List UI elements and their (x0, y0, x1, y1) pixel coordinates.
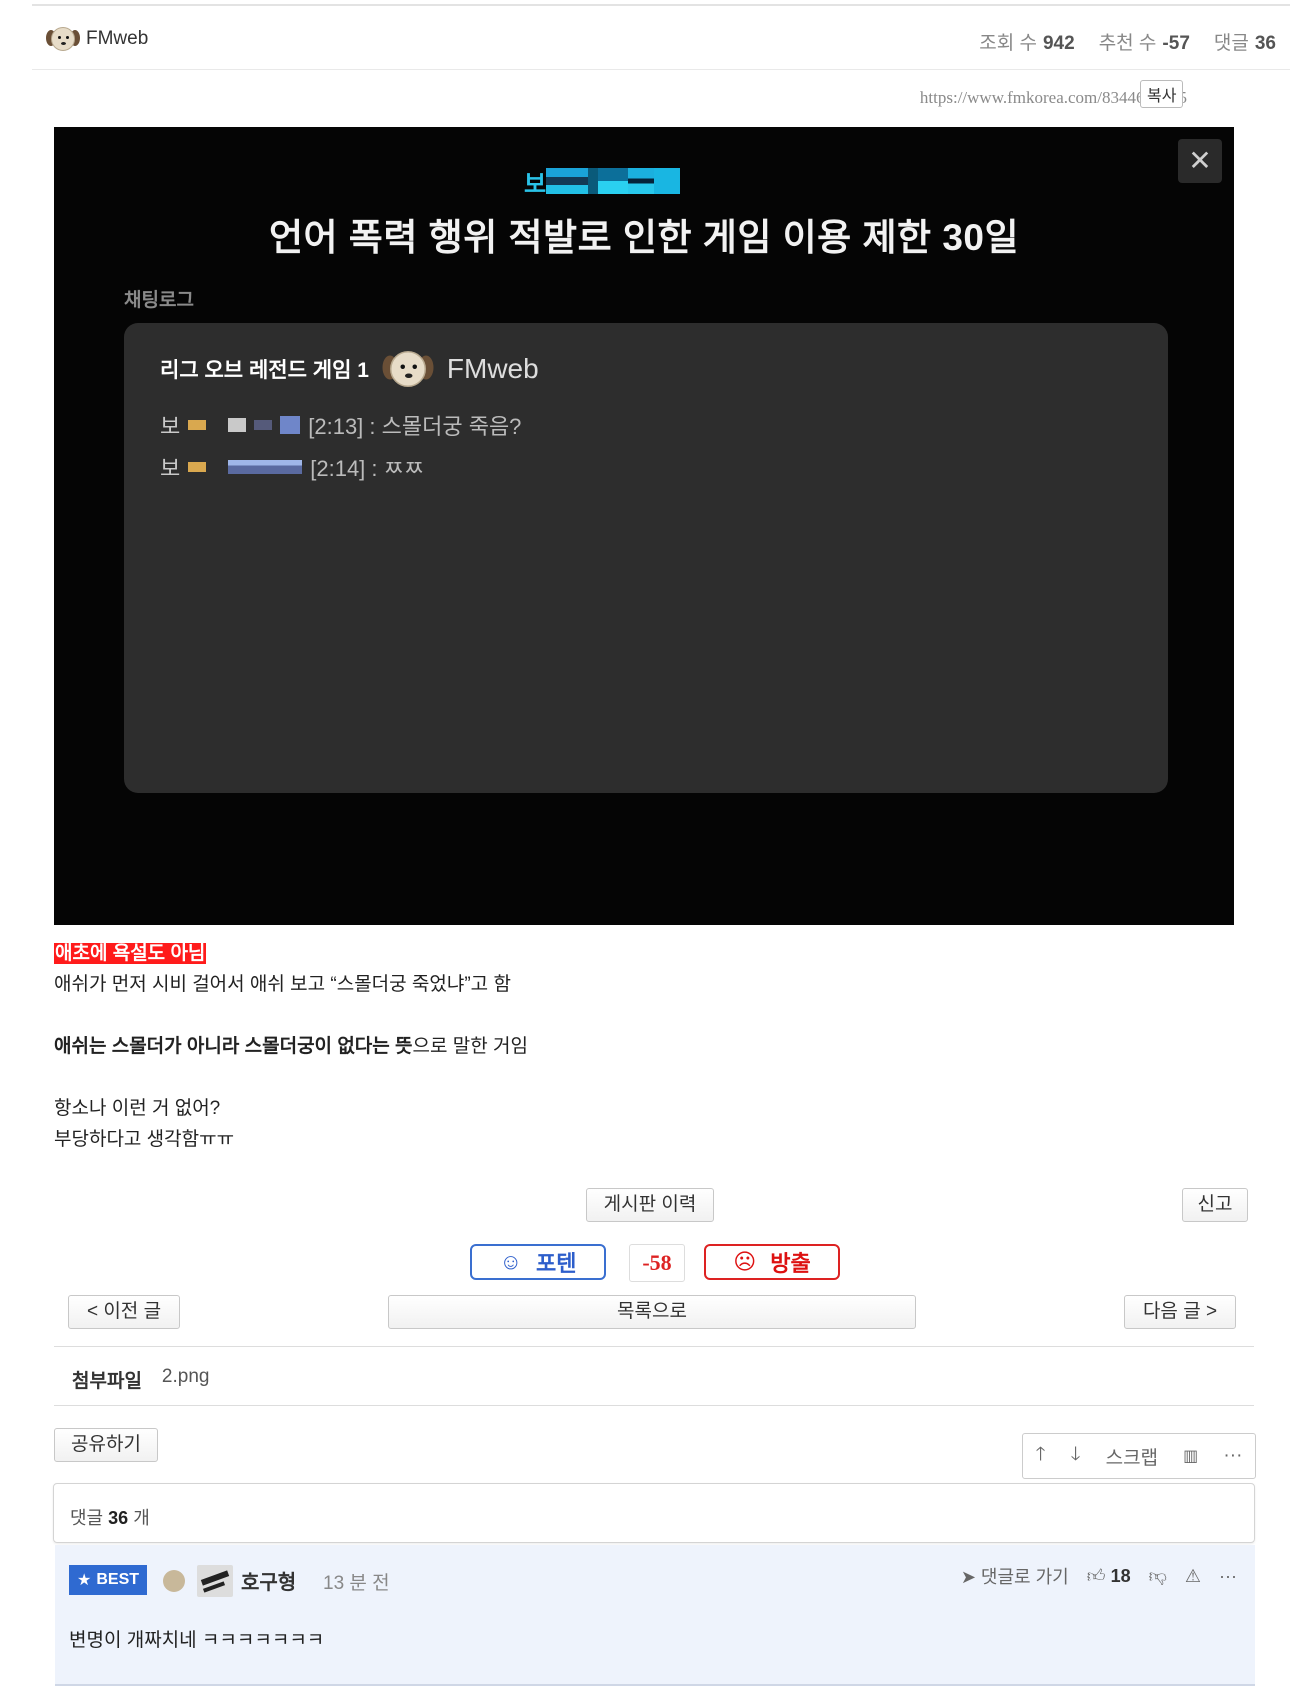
chat-line: 보 [2:14] : ㅉㅉ (160, 451, 424, 483)
more-icon[interactable]: ··· (1223, 1445, 1242, 1467)
like-count: 18 (1110, 1566, 1131, 1586)
vote-down-button[interactable]: ☹ 방출 (704, 1244, 840, 1280)
comment-text: 변명이 개짜치네 ㅋㅋㅋㅋㅋㅋㅋ (69, 1630, 325, 1651)
thumbs-up-icon: 👍︎ (1086, 1566, 1106, 1586)
best-comment: ★ BEST 호구형 13 분 전 ➤ 댓글로 가기 👍︎ 18 👎︎ ⚠ ··… (55, 1545, 1255, 1686)
dog-avatar-icon (46, 24, 80, 54)
watermark-user: FMweb (446, 353, 539, 384)
highlighted-text: 애초에 욕설도 아님 (54, 943, 207, 964)
best-badge: ★ BEST (69, 1565, 148, 1595)
share-button[interactable]: 공유하기 (54, 1428, 158, 1462)
views-stat: 조회 수 942 (979, 28, 1074, 55)
attachment-row: 첨부파일 2.png (72, 1366, 209, 1393)
chat-message: [2:13] : 스몰더궁 죽음? (308, 414, 522, 439)
level-icon (163, 1570, 185, 1592)
ban-headline: 언어 폭력 행위 적발로 인한 게임 이용 제한 30일 (268, 217, 1020, 258)
next-post-button[interactable]: 다음 글 > (1124, 1295, 1236, 1329)
post-line: 부당하다고 생각함ㅠㅠ (54, 1129, 235, 1150)
vote-down-label: 방출 (770, 1251, 811, 1276)
blurred-name (280, 416, 301, 434)
comment-count-bar: 댓글 36 개 (53, 1483, 1255, 1543)
comments-count: 36 (1254, 33, 1276, 54)
blurred-name (254, 420, 273, 430)
match-title: 리그 오브 레전드 게임 1 (160, 359, 369, 382)
chat-line: 보 [2:13] : 스몰더궁 죽음? (160, 409, 521, 441)
face-icon: ☺ (499, 1249, 522, 1274)
post-body: 애초에 욕설도 아님 애쉬가 먼저 시비 걸어서 애쉬 보고 “스몰더궁 죽었냐… (54, 938, 1234, 1155)
blurred-name (228, 418, 247, 432)
warning-icon[interactable]: ⚠ (1185, 1566, 1201, 1587)
chat-log-label: 채팅로그 (124, 290, 194, 311)
comment-time: 13 분 전 (323, 1573, 390, 1594)
vote-score: -58 (629, 1244, 685, 1282)
board-history-button[interactable]: 게시판 이력 (586, 1188, 714, 1222)
views-label: 조회 수 (979, 33, 1037, 54)
chat-sender-prefix: 보 (160, 456, 181, 481)
views-count: 942 (1042, 33, 1075, 54)
game-name-prefix: 보 (524, 170, 547, 198)
blurred-name (188, 462, 207, 472)
bold-text: 애쉬는 스몰더가 아니라 스몰더궁이 없다는 뜻 (54, 1036, 413, 1057)
vote-up-label: 포텐 (535, 1251, 577, 1276)
arrow-up-icon[interactable]: 🡑 (1036, 1440, 1046, 1472)
post-line: 항소나 이런 거 없어? (54, 1098, 221, 1119)
comment-count-label: 댓글 (70, 1508, 104, 1528)
star-icon: ★ (77, 1572, 92, 1589)
comment-count: 36 (108, 1508, 129, 1528)
post-toolbar: 🡑 🡓 스크랩 ▥ ··· (1022, 1433, 1256, 1479)
chat-log-title: 리그 오브 레전드 게임 1 FMweb (160, 351, 539, 387)
author[interactable]: FMweb (46, 24, 148, 54)
face-icon: ☹ (733, 1249, 757, 1274)
post-line: 애쉬는 스몰더가 아니라 스몰더궁이 없다는 뜻으로 말한 거임 (54, 1031, 1234, 1062)
goto-comment-label: 댓글로 가기 (980, 1567, 1069, 1587)
report-button[interactable]: 신고 (1182, 1188, 1248, 1222)
scrap-button[interactable]: 스크랩 (1106, 1443, 1158, 1470)
divider (54, 1346, 1254, 1347)
game-name-blurred: 보 (524, 167, 681, 198)
bar-chart-icon[interactable]: ▥ (1183, 1446, 1198, 1466)
nickname-image (197, 1565, 233, 1597)
dog-avatar-icon (382, 347, 434, 392)
goto-comment-link[interactable]: ➤ 댓글로 가기 (961, 1563, 1069, 1589)
copy-url-button[interactable]: 복사 (1140, 80, 1184, 108)
top-divider (32, 4, 1290, 6)
recommend-stat: 추천 수 -57 (1099, 28, 1190, 55)
thumbs-down-icon[interactable]: 👎︎ (1149, 1565, 1167, 1587)
like-button[interactable]: 👍︎ 18 (1087, 1565, 1131, 1587)
comment-count-suffix: 개 (133, 1508, 150, 1528)
recommend-count: -57 (1162, 33, 1190, 54)
blurred-name (228, 460, 303, 474)
chat-sender-prefix: 보 (160, 414, 181, 439)
recommend-label: 추천 수 (1098, 33, 1157, 54)
vote-up-button[interactable]: ☺ 포텐 (470, 1244, 606, 1280)
attached-image[interactable]: ✕ 보 언어 폭력 행위 적발로 인한 게임 이용 제한 30일 채팅로그 리그… (54, 127, 1234, 925)
post-stats: 조회 수 942 추천 수 -57 댓글 36 (979, 28, 1276, 55)
post-header: FMweb 조회 수 942 추천 수 -57 댓글 36 (32, 8, 1290, 70)
comments-label: 댓글 (1213, 33, 1249, 54)
divider (54, 1405, 1254, 1406)
blurred-name (188, 420, 207, 430)
attachment-label: 첨부파일 (72, 1371, 142, 1392)
attachment-file-link[interactable]: 2.png (162, 1366, 210, 1393)
close-icon: ✕ (1178, 139, 1222, 183)
comments-stat: 댓글 36 (1214, 28, 1276, 55)
prev-post-button[interactable]: < 이전 글 (68, 1295, 180, 1329)
post-line: 애쉬가 먼저 시비 걸어서 애쉬 보고 “스몰더궁 죽었냐”고 함 (54, 974, 511, 995)
comment-author[interactable]: 호구형 (241, 1566, 296, 1595)
back-to-list-button[interactable]: 목록으로 (388, 1295, 916, 1329)
comment-actions: ➤ 댓글로 가기 👍︎ 18 👎︎ ⚠ ··· (961, 1563, 1237, 1589)
best-badge-label: BEST (96, 1571, 140, 1588)
author-name[interactable]: FMweb (86, 28, 148, 50)
post-text: 으로 말한 거임 (412, 1036, 528, 1057)
send-icon: ➤ (960, 1567, 976, 1587)
chat-log-box: 리그 오브 레전드 게임 1 FMweb 보 [2:13] : 스몰더궁 죽음?… (124, 323, 1168, 793)
arrow-down-icon[interactable]: 🡓 (1071, 1440, 1081, 1472)
chat-message: [2:14] : ㅉㅉ (310, 456, 425, 481)
more-icon[interactable]: ··· (1219, 1566, 1237, 1587)
